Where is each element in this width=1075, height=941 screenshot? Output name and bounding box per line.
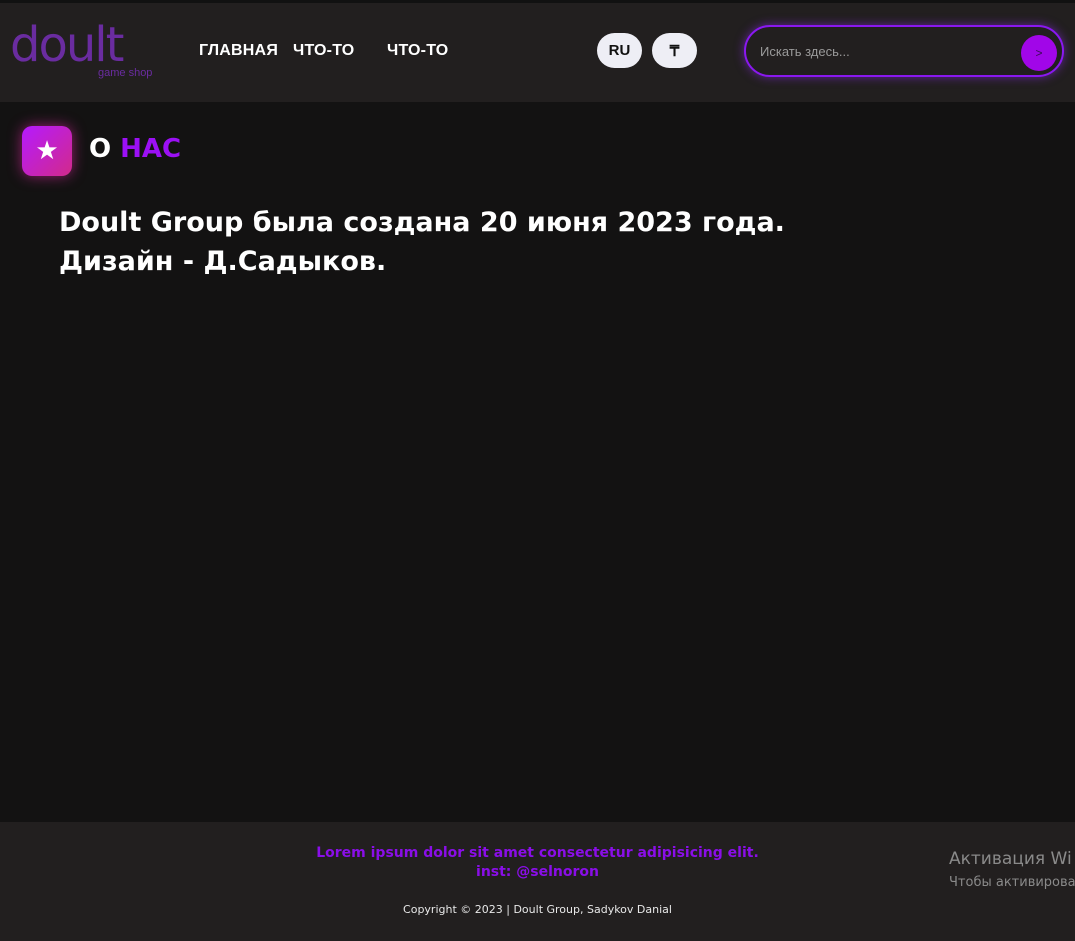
nav-home[interactable]: ГЛАВНАЯ (199, 42, 278, 60)
currency-button[interactable]: ₸ (652, 33, 697, 68)
star-icon: ★ (22, 126, 72, 176)
logo[interactable]: doult game shop (10, 17, 160, 87)
language-button[interactable]: RU (597, 33, 642, 68)
logo-subtitle: game shop (98, 67, 153, 79)
about-line-1: Doult Group была создана 20 июня 2023 го… (59, 207, 785, 238)
activation-watermark-title: Активация Wi (949, 849, 1072, 869)
footer-lorem: Lorem ipsum dolor sit amet consectetur a… (316, 845, 759, 861)
footer-instagram[interactable]: inst: @selnoron (0, 864, 1075, 880)
nav-something-1[interactable]: ЧТО-ТО (293, 42, 354, 60)
search-input[interactable] (760, 40, 1010, 62)
title-white: О (89, 134, 112, 164)
about-text: Doult Group была создана 20 июня 2023 го… (59, 203, 859, 281)
footer-copyright: Copyright © 2023 | Doult Group, Sadykov … (403, 903, 672, 916)
site-header: doult game shop ГЛАВНАЯ ЧТО-ТО ЧТО-ТО RU… (0, 3, 1075, 102)
activation-watermark-subtitle: Чтобы активирова (949, 875, 1075, 890)
search-button[interactable]: > (1021, 35, 1057, 71)
title-accent: НАС (120, 134, 182, 164)
page-title: О НАС (89, 134, 181, 164)
search-box: > (744, 25, 1064, 77)
nav-something-2[interactable]: ЧТО-ТО (387, 42, 448, 60)
site-footer: Lorem ipsum dolor sit amet consectetur a… (0, 822, 1075, 941)
logo-text: doult (10, 17, 124, 73)
about-line-2: Дизайн - Д.Садыков. (59, 246, 387, 277)
